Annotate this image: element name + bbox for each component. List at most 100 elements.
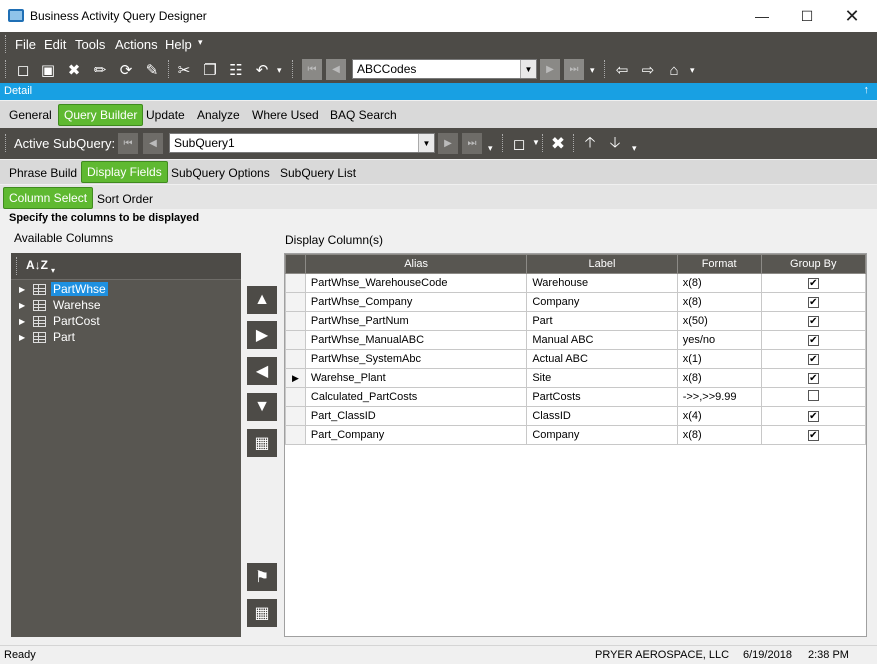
cell-label[interactable]: PartCosts xyxy=(526,387,678,407)
row-indicator[interactable] xyxy=(285,387,306,407)
cell-alias[interactable]: PartWhse_Company xyxy=(304,292,528,312)
subquery-last-icon[interactable]: ⏭ xyxy=(462,133,482,154)
first-record-icon[interactable]: ⏮ xyxy=(302,59,322,80)
row-indicator[interactable] xyxy=(285,311,306,331)
cell-label[interactable]: Company xyxy=(526,425,678,445)
group-by-checkbox[interactable] xyxy=(807,390,819,401)
last-record-icon[interactable]: ⏭ xyxy=(564,59,584,80)
menu-tools[interactable]: Tools xyxy=(75,37,105,52)
table-row[interactable]: PartWhse_WarehouseCode Warehouse x(8) ✔ xyxy=(285,273,867,293)
table-row[interactable]: Part_ClassID ClassID x(4) ✔ xyxy=(285,406,867,426)
group-by-checkbox[interactable]: ✔ xyxy=(807,430,819,441)
tab-sort-order[interactable]: Sort Order xyxy=(92,189,158,209)
cell-label[interactable]: Warehouse xyxy=(526,273,678,293)
pin-icon[interactable]: ↑ xyxy=(864,84,870,96)
tab-subquery-options[interactable]: SubQuery Options xyxy=(166,163,275,183)
calculated-field-button[interactable]: ▦ xyxy=(247,429,277,457)
tree-toolbar-overflow-icon[interactable]: ▾ xyxy=(51,266,55,275)
tab-phrase-build[interactable]: Phrase Build xyxy=(4,163,82,183)
table-row[interactable]: PartWhse_PartNum Part x(50) ✔ xyxy=(285,311,867,331)
chevron-down-icon[interactable]: ▼ xyxy=(520,60,536,78)
delete-subquery-icon[interactable]: ✖ xyxy=(548,134,568,154)
cell-alias[interactable]: PartWhse_ManualABC xyxy=(304,330,528,350)
toolbar-overflow-icon[interactable]: ▾ xyxy=(277,65,282,76)
back-icon[interactable]: ⇦ xyxy=(612,60,632,80)
label-button[interactable]: ⚑ xyxy=(247,563,277,591)
move-down-icon[interactable]: 🡣 xyxy=(605,134,625,154)
new-subquery-icon[interactable]: ◻ xyxy=(509,134,529,154)
move-up-icon[interactable]: 🡡 xyxy=(580,134,600,154)
toolbar-overflow-icon[interactable]: ▾ xyxy=(590,65,595,76)
tree-node[interactable]: ▶ Warehse xyxy=(19,297,103,313)
group-by-checkbox[interactable]: ✔ xyxy=(807,354,819,365)
column-header-alias[interactable]: Alias xyxy=(304,254,528,274)
group-by-checkbox[interactable]: ✔ xyxy=(807,411,819,422)
menu-overflow-icon[interactable]: ▾ xyxy=(198,37,203,48)
row-indicator[interactable] xyxy=(285,425,306,445)
table-row[interactable]: PartWhse_Company Company x(8) ✔ xyxy=(285,292,867,312)
cell-alias[interactable]: Part_Company xyxy=(304,425,528,445)
row-indicator[interactable] xyxy=(285,330,306,350)
move-down-button[interactable]: ▼ xyxy=(247,393,277,421)
sort-az-icon[interactable]: A↓Z xyxy=(26,258,48,272)
cell-format[interactable]: x(8) xyxy=(676,292,762,312)
previous-record-icon[interactable]: ◀ xyxy=(326,59,346,80)
maximize-icon[interactable]: ☐ xyxy=(784,0,830,32)
row-indicator[interactable] xyxy=(285,273,306,293)
column-header-group-by[interactable]: Group By xyxy=(760,254,867,274)
cell-label[interactable]: Manual ABC xyxy=(526,330,678,350)
expand-icon[interactable]: ▶ xyxy=(19,301,27,310)
paste-icon[interactable]: ☷ xyxy=(226,60,246,80)
tab-general[interactable]: General xyxy=(4,105,57,125)
cell-label[interactable]: Part xyxy=(526,311,678,331)
menu-edit[interactable]: Edit xyxy=(44,37,66,52)
tab-column-select[interactable]: Column Select xyxy=(3,187,94,209)
move-up-button[interactable]: ▲ xyxy=(247,286,277,314)
toolbar-overflow-icon[interactable]: ▾ xyxy=(488,143,493,154)
toolbar-overflow-icon[interactable]: ▾ xyxy=(632,143,637,154)
cut-icon[interactable]: ✂ xyxy=(174,60,194,80)
grid-button[interactable]: ▦ xyxy=(247,599,277,627)
chevron-down-icon[interactable]: ▼ xyxy=(418,134,434,152)
cell-alias[interactable]: PartWhse_WarehouseCode xyxy=(304,273,528,293)
query-id-combo[interactable]: ABCCodes ▼ xyxy=(352,59,537,79)
cell-label[interactable]: Site xyxy=(526,368,678,388)
cell-alias[interactable]: Warehse_Plant xyxy=(304,368,528,388)
expand-icon[interactable]: ▶ xyxy=(19,333,27,342)
group-by-checkbox[interactable]: ✔ xyxy=(807,297,819,308)
table-row[interactable]: Part_Company Company x(8) ✔ xyxy=(285,425,867,445)
copy-icon[interactable]: ❐ xyxy=(200,60,220,80)
cell-format[interactable]: ->>,>>9.99 xyxy=(676,387,762,407)
subquery-first-icon[interactable]: ⏮ xyxy=(118,133,138,154)
table-row[interactable]: PartWhse_ManualABC Manual ABC yes/no ✔ xyxy=(285,330,867,350)
remove-column-button[interactable]: ◀ xyxy=(247,357,277,385)
toolbar-overflow-icon[interactable]: ▾ xyxy=(690,65,695,76)
cell-alias[interactable]: PartWhse_SystemAbc xyxy=(304,349,528,369)
row-indicator[interactable] xyxy=(285,349,306,369)
attach-icon[interactable]: ✏ xyxy=(90,60,110,80)
group-by-checkbox[interactable]: ✔ xyxy=(807,335,819,346)
cell-format[interactable]: x(8) xyxy=(676,368,762,388)
cell-format[interactable]: yes/no xyxy=(676,330,762,350)
menu-help[interactable]: Help xyxy=(165,37,192,52)
next-record-icon[interactable]: ▶ xyxy=(540,59,560,80)
add-column-button[interactable]: ▶ xyxy=(247,321,277,349)
tree-node[interactable]: ▶ PartCost xyxy=(19,313,102,329)
home-icon[interactable]: ⌂ xyxy=(664,60,684,80)
group-by-checkbox[interactable]: ✔ xyxy=(807,278,819,289)
cell-alias[interactable]: PartWhse_PartNum xyxy=(304,311,528,331)
column-header-label[interactable]: Label xyxy=(526,254,678,274)
save-icon[interactable]: ▣ xyxy=(38,60,58,80)
tab-query-builder[interactable]: Query Builder xyxy=(58,104,144,126)
menu-file[interactable]: File xyxy=(15,37,36,52)
tab-analyze[interactable]: Analyze xyxy=(192,105,245,125)
tree-node[interactable]: ▶ PartWhse xyxy=(19,281,108,297)
refresh-icon[interactable]: ⟳ xyxy=(116,60,136,80)
row-indicator[interactable] xyxy=(285,406,306,426)
delete-icon[interactable]: ✖ xyxy=(64,60,84,80)
tab-baq-search[interactable]: BAQ Search xyxy=(325,105,402,125)
table-row[interactable]: Calculated_PartCosts PartCosts ->>,>>9.99 xyxy=(285,387,867,407)
tree-node[interactable]: ▶ Part xyxy=(19,329,77,345)
clear-icon[interactable]: ✎ xyxy=(142,60,162,80)
expand-icon[interactable]: ▶ xyxy=(19,317,27,326)
